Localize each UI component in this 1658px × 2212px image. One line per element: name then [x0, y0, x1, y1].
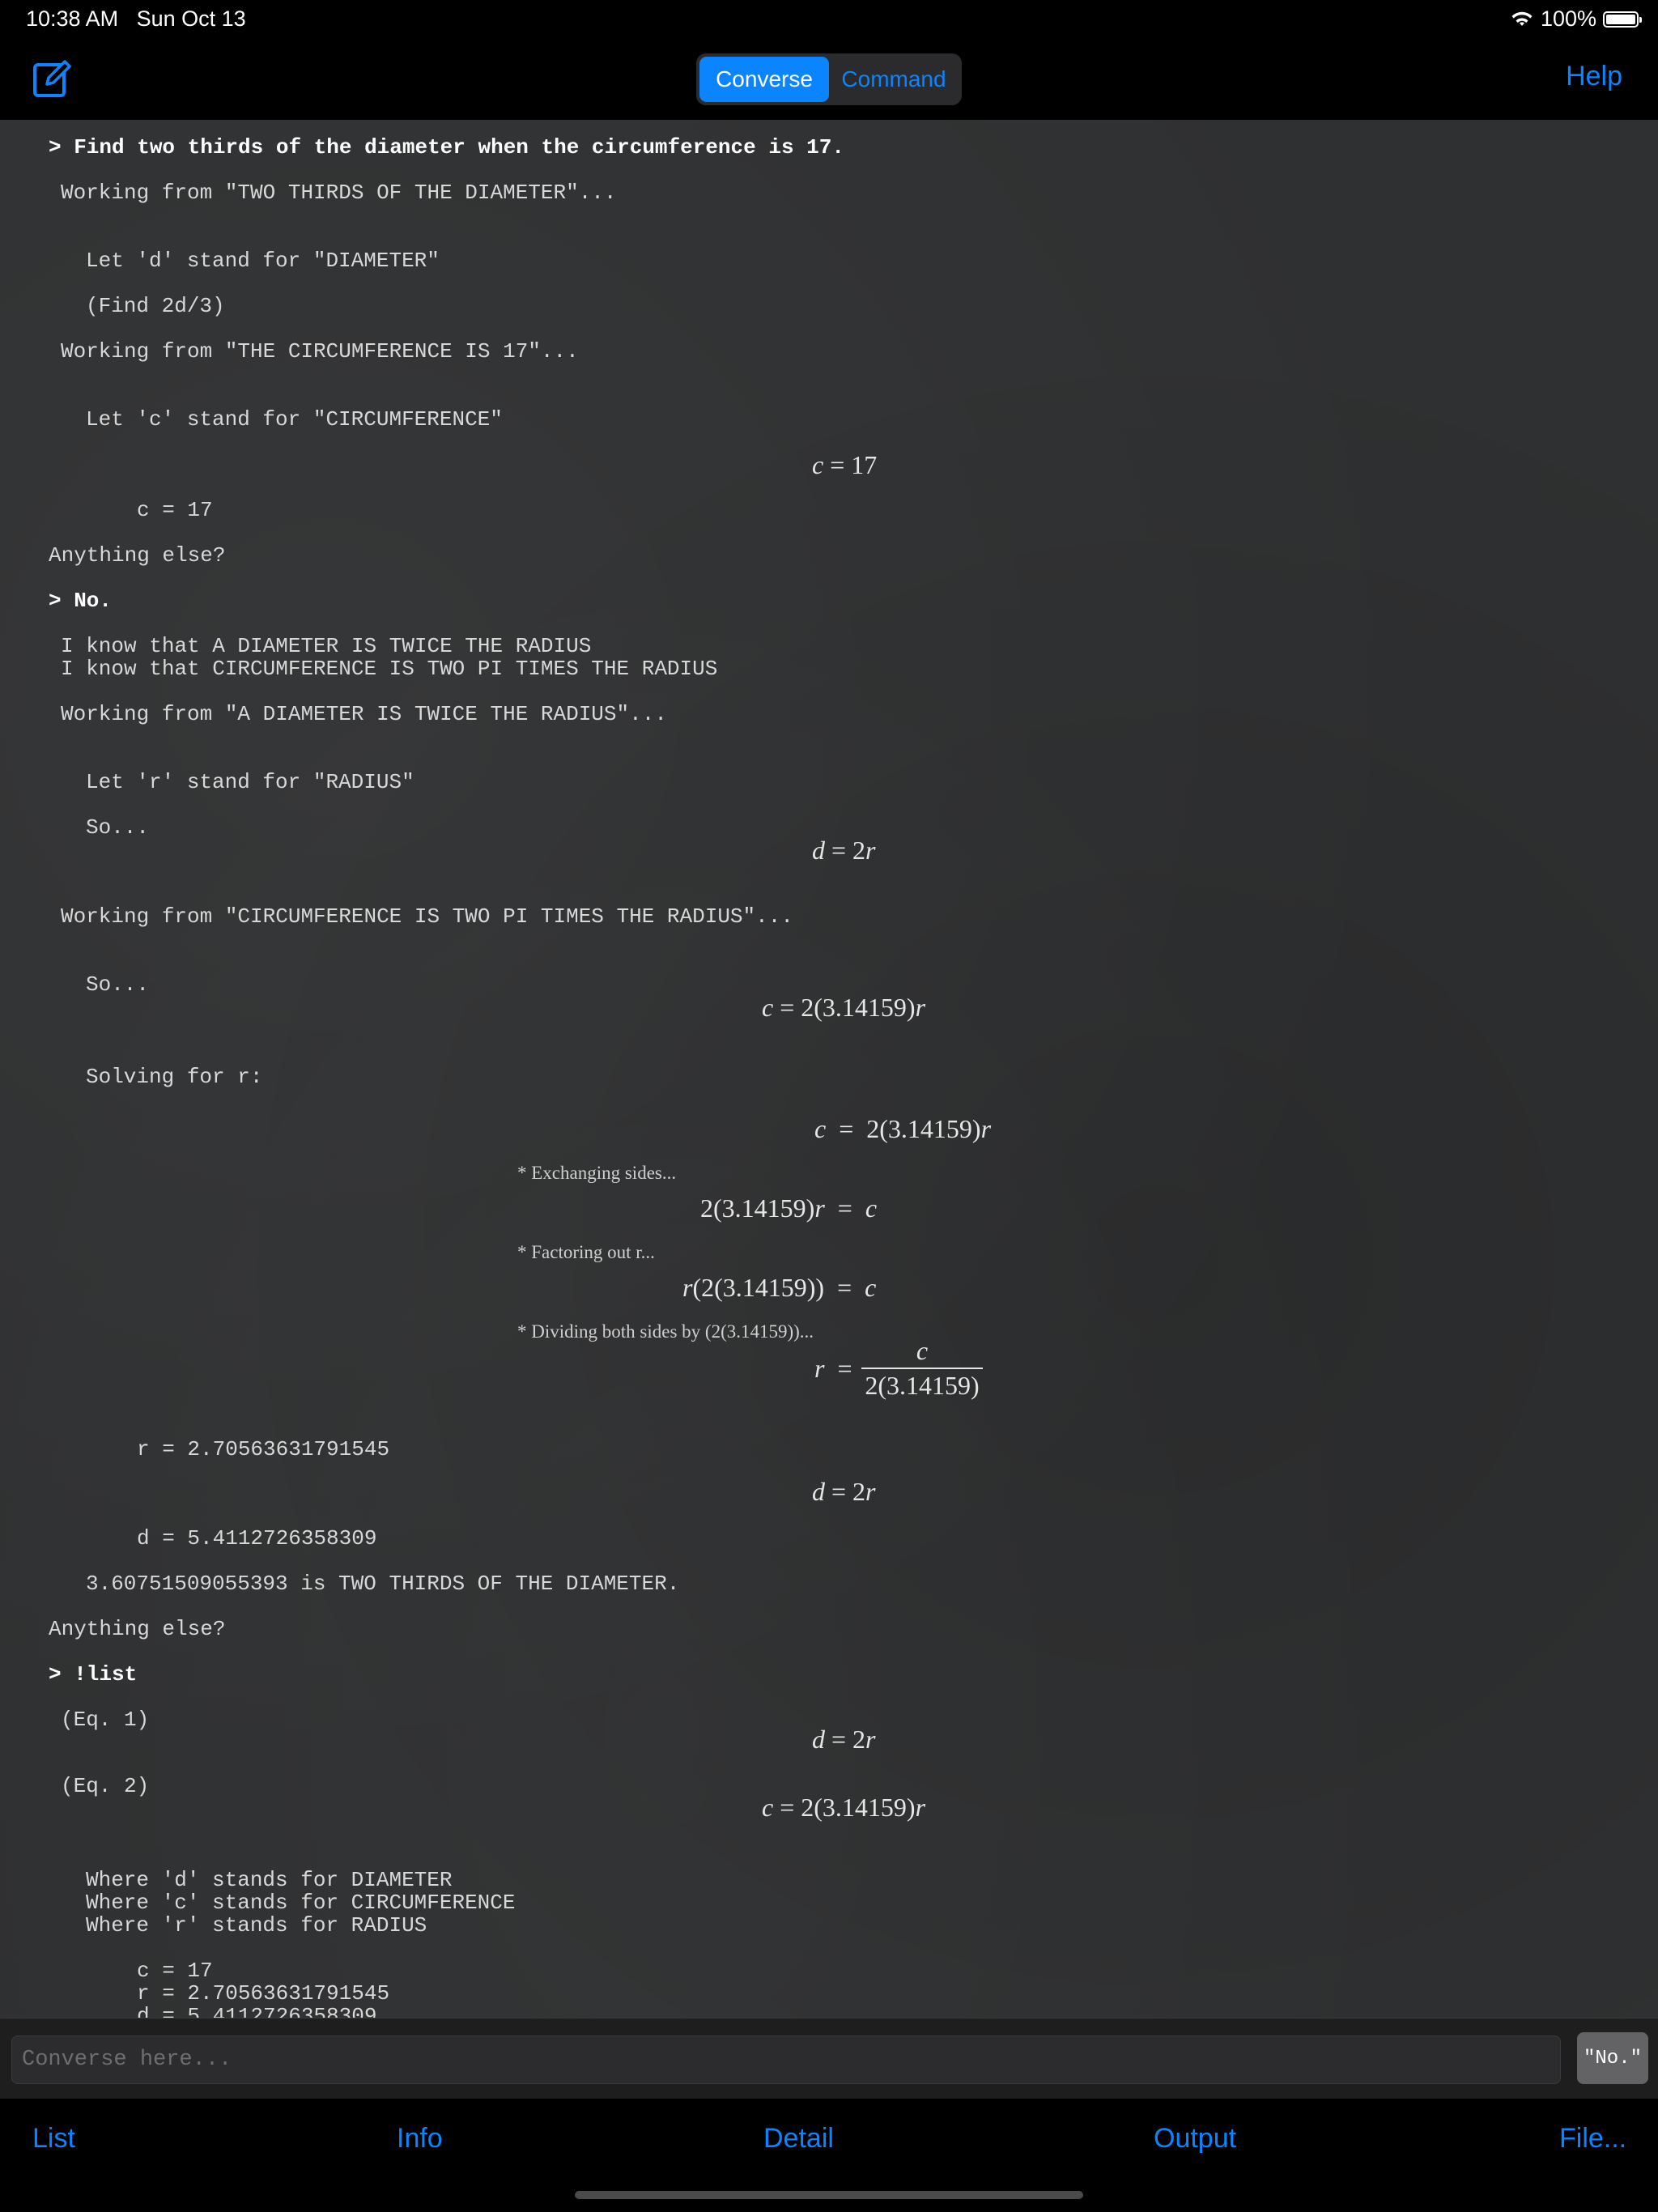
output-line: Solving for r:	[86, 1065, 263, 1089]
equation: c = 2(3.14159)r	[814, 1114, 992, 1143]
output-line: So...	[86, 972, 150, 997]
output-line: Anything else?	[49, 1617, 226, 1641]
equation: d = 2r	[812, 1477, 876, 1506]
output-line: r = 2.70563631791545	[137, 1981, 390, 2006]
console-output[interactable]: > Find two thirds of the diameter when t…	[0, 120, 1658, 2018]
quick-reply-button[interactable]: "No."	[1577, 2032, 1648, 2084]
equation: c = 2(3.14159)r	[762, 1793, 926, 1822]
status-indicators: 100%	[1510, 6, 1642, 32]
output-line: Working from "TWO THIRDS OF THE DIAMETER…	[61, 181, 617, 205]
equation: 2(3.14159)r = c	[700, 1193, 878, 1223]
output-line: (Find 2d/3)	[86, 294, 225, 318]
output-line: c = 17	[137, 498, 213, 522]
output-line: (Eq. 1)	[61, 1708, 150, 1732]
output-line: Where 'r' stands for RADIUS	[86, 1913, 427, 1938]
output-line: r = 2.70563631791545	[137, 1437, 390, 1461]
home-indicator	[575, 2191, 1083, 2199]
mode-segmented-control: Converse Command	[696, 53, 962, 105]
equation: r =	[814, 1354, 852, 1383]
tab-file[interactable]: File...	[1559, 2123, 1626, 2155]
output-line: 3.60751509055393 is TWO THIRDS OF THE DI…	[86, 1572, 680, 1596]
output-line: Where 'c' stands for CIRCUMFERENCE	[86, 1891, 516, 1915]
solve-step-note: * Factoring out r...	[517, 1242, 655, 1262]
equation: d = 2r	[812, 836, 876, 865]
fraction: c 2(3.14159)	[861, 1336, 983, 1401]
output-line: d = 5.4112726358309	[137, 2004, 377, 2018]
segment-converse[interactable]: Converse	[699, 57, 829, 102]
converse-input[interactable]: Converse here...	[11, 2035, 1561, 2084]
tab-list[interactable]: List	[32, 2123, 75, 2155]
output-line: Let 'r' stand for "RADIUS"	[86, 770, 414, 794]
user-input-line: > !list	[49, 1662, 138, 1687]
equation: c = 2(3.14159)r	[762, 993, 926, 1022]
output-line: d = 5.4112726358309	[137, 1526, 377, 1551]
output-line: I know that A DIAMETER IS TWICE THE RADI…	[61, 634, 592, 658]
solve-step-note: * Exchanging sides...	[517, 1163, 677, 1183]
tab-output[interactable]: Output	[1154, 2123, 1236, 2155]
status-time: 10:38 AM Sun Oct 13	[26, 6, 246, 31]
solve-step-note: * Dividing both sides by (2(3.14159))...	[517, 1321, 814, 1342]
user-input-line: > No.	[49, 589, 113, 613]
battery-icon	[1603, 11, 1642, 28]
help-button[interactable]: Help	[1566, 61, 1622, 92]
equation: r(2(3.14159)) = c	[682, 1273, 877, 1302]
output-line: Let 'c' stand for "CIRCUMFERENCE"	[86, 407, 503, 432]
wifi-icon	[1511, 11, 1533, 26]
output-line: Working from "THE CIRCUMFERENCE IS 17"..…	[61, 339, 579, 364]
user-input-line: > Find two thirds of the diameter when t…	[49, 135, 844, 160]
tab-info[interactable]: Info	[397, 2123, 443, 2155]
output-line: Working from "A DIAMETER IS TWICE THE RA…	[61, 702, 667, 726]
segment-command[interactable]: Command	[829, 57, 959, 102]
status-bar	[0, 0, 1658, 39]
output-line: Anything else?	[49, 543, 226, 568]
output-line: Working from "CIRCUMFERENCE IS TWO PI TI…	[61, 904, 793, 929]
output-line: So...	[86, 815, 150, 840]
equation: d = 2r	[812, 1725, 876, 1754]
battery-percent: 100%	[1540, 6, 1596, 31]
output-line: Where 'd' stands for DIAMETER	[86, 1868, 453, 1892]
output-line: (Eq. 2)	[61, 1774, 150, 1798]
output-line: c = 17	[137, 1959, 213, 1983]
output-line: I know that CIRCUMFERENCE IS TWO PI TIME…	[61, 657, 718, 681]
compose-icon[interactable]	[32, 57, 71, 99]
output-line: Let 'd' stand for "DIAMETER"	[86, 249, 440, 273]
tab-detail[interactable]: Detail	[763, 2123, 834, 2155]
equation: c = 17	[812, 450, 878, 479]
